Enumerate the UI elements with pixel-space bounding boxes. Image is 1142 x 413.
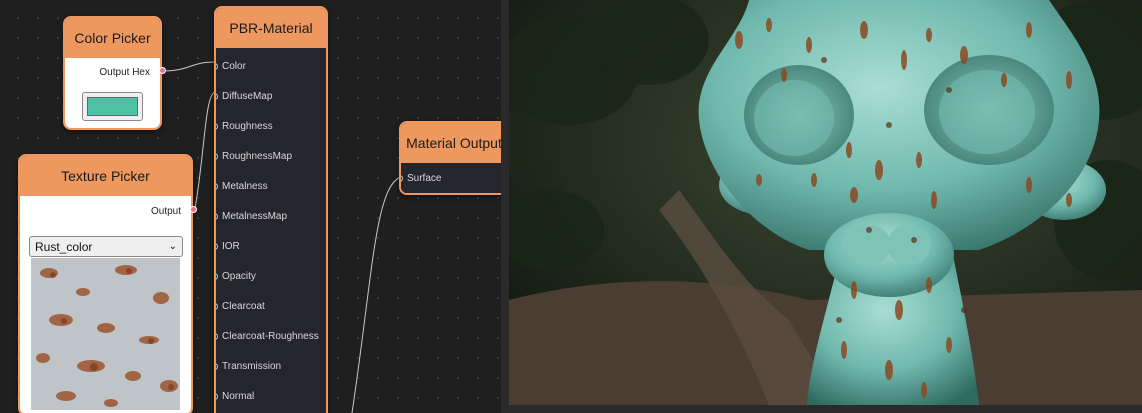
color-swatch-button[interactable] — [82, 92, 143, 121]
pbr-input-socket[interactable] — [216, 272, 218, 280]
pbr-input-label: Clearcoat-Roughness — [222, 330, 319, 342]
pbr-material-node[interactable]: PBR-Material Color DiffuseMap Roughness Rou… — [214, 6, 328, 413]
wire-surface — [351, 177, 400, 413]
pbr-input-label: Roughness — [222, 120, 273, 132]
pbr-input-label: Clearcoat — [222, 300, 265, 312]
pbr-input-label: Transmission — [222, 360, 282, 372]
pbr-input-row: Clearcoat-Roughness — [216, 329, 319, 343]
pbr-input-socket[interactable] — [216, 62, 218, 70]
pbr-input-socket[interactable] — [216, 242, 218, 250]
color-picker-node[interactable]: Color Picker Output Hex — [63, 16, 162, 130]
wire-texture — [194, 91, 216, 210]
texture-preview — [31, 258, 180, 410]
pbr-input-socket[interactable] — [216, 92, 218, 100]
pbr-input-row: Transmission — [216, 359, 281, 373]
pbr-input-label: Normal — [222, 390, 255, 402]
pbr-input-label: MetalnessMap — [222, 210, 288, 222]
pbr-input-row: Clearcoat — [216, 299, 265, 313]
color-picker-title[interactable]: Color Picker — [65, 18, 160, 58]
pbr-input-label: Opacity — [222, 270, 256, 282]
texture-output-socket[interactable] — [190, 206, 197, 213]
texture-picker-node[interactable]: Texture Picker Output Rust_color ⌄ — [18, 154, 193, 413]
surface-input-row: Surface — [401, 171, 441, 185]
wire-color — [162, 61, 216, 72]
pbr-input-row: Roughness — [216, 119, 273, 133]
surface-input-label: Surface — [407, 172, 442, 184]
panel-splitter-horizontal[interactable] — [509, 405, 1142, 413]
pbr-input-socket[interactable] — [216, 152, 218, 160]
pbr-input-row: Metalness — [216, 179, 268, 193]
pbr-input-socket[interactable] — [216, 302, 218, 310]
pbr-input-socket[interactable] — [216, 362, 218, 370]
pbr-input-row: Normal — [216, 389, 254, 403]
surface-input-socket[interactable] — [401, 174, 403, 182]
color-swatch — [87, 97, 138, 116]
material-output-title[interactable]: Material Output — [401, 123, 501, 163]
pbr-input-row: DiffuseMap — [216, 89, 272, 103]
pbr-input-label: Metalness — [222, 180, 268, 192]
pbr-input-label: IOR — [222, 240, 240, 252]
pbr-input-row: Color — [216, 59, 246, 73]
pbr-input-row: RoughnessMap — [216, 149, 292, 163]
chevron-down-icon: ⌄ — [168, 241, 177, 252]
pbr-input-socket[interactable] — [216, 212, 218, 220]
texture-output-label: Output — [150, 206, 181, 217]
pbr-input-socket[interactable] — [216, 182, 218, 190]
pbr-input-label: Color — [222, 60, 246, 72]
pbr-input-row: MetalnessMap — [216, 209, 287, 223]
panel-splitter-vertical[interactable] — [501, 0, 509, 413]
texture-picker-title[interactable]: Texture Picker — [20, 156, 191, 196]
pbr-input-label: RoughnessMap — [222, 150, 293, 162]
pbr-input-row: Opacity — [216, 269, 256, 283]
3d-viewport[interactable] — [509, 0, 1142, 405]
texture-select[interactable]: Rust_color ⌄ — [29, 236, 183, 257]
texture-select-value: Rust_color — [35, 239, 93, 254]
pbr-input-socket[interactable] — [216, 122, 218, 130]
output-hex-socket[interactable] — [159, 67, 166, 74]
pbr-input-row: IOR — [216, 239, 240, 253]
viewport-render — [509, 0, 1142, 405]
output-hex-label: Output Hex — [99, 67, 150, 78]
pbr-input-socket[interactable] — [216, 392, 218, 400]
node-editor[interactable]: Color Picker Output Hex Texture Picker O… — [0, 0, 501, 413]
pbr-input-socket[interactable] — [216, 332, 218, 340]
material-output-node[interactable]: Material Output Surface — [399, 121, 501, 195]
pbr-material-title[interactable]: PBR-Material — [216, 8, 326, 48]
pbr-input-label: DiffuseMap — [222, 90, 273, 102]
